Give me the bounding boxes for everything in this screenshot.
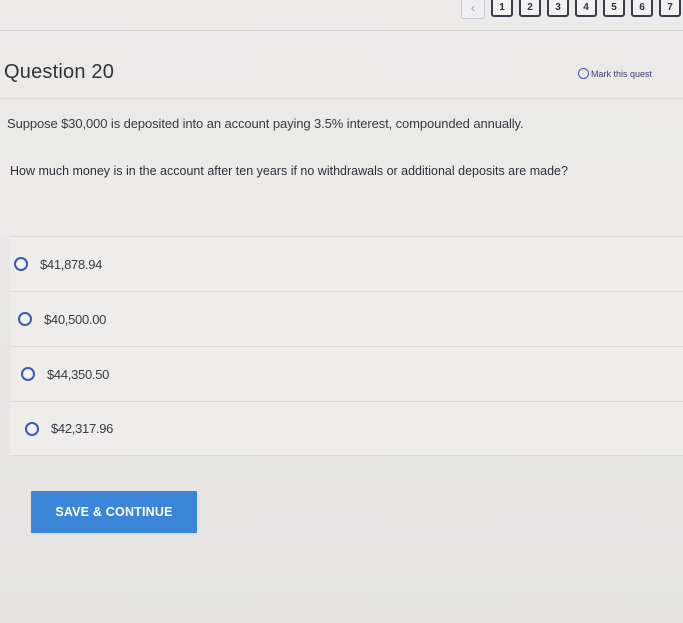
page-button-4[interactable]: 4 <box>575 0 597 17</box>
mark-question-toggle[interactable]: Mark this quest <box>578 68 652 79</box>
top-divider <box>0 30 683 31</box>
answer-option[interactable]: $42,317.96 <box>10 401 683 456</box>
page-button-3[interactable]: 3 <box>547 0 569 17</box>
page-button-7[interactable]: 7 <box>659 0 681 17</box>
radio-button-icon[interactable] <box>14 257 28 271</box>
mark-question-label[interactable]: Mark this quest <box>591 69 652 79</box>
question-title: Question 20 <box>4 61 115 83</box>
radio-button-icon[interactable] <box>25 421 39 436</box>
question-prompt: Suppose $30,000 is deposited into an acc… <box>7 116 524 131</box>
question-stem: How much money is in the account after t… <box>10 164 568 178</box>
answer-option[interactable]: $41,878.94 <box>10 236 683 291</box>
page-button-1[interactable]: 1 <box>491 0 513 17</box>
header-divider <box>0 98 683 99</box>
answer-option-label[interactable]: $42,317.96 <box>51 421 113 436</box>
save-and-continue-button[interactable]: SAVE & CONTINUE <box>31 491 197 533</box>
question-pagination: ‹ 1 2 3 4 5 6 7 <box>461 0 683 28</box>
chevron-left-icon[interactable]: ‹ <box>461 0 485 19</box>
page-button-2[interactable]: 2 <box>519 0 541 17</box>
answer-option[interactable]: $40,500.00 <box>10 291 683 346</box>
quiz-page: ‹ 1 2 3 4 5 6 7 Question 20 Mark this qu… <box>0 0 683 623</box>
answer-option-label[interactable]: $41,878.94 <box>40 257 102 272</box>
radio-button-icon[interactable] <box>18 312 32 326</box>
answer-option[interactable]: $44,350.50 <box>10 346 683 401</box>
answer-options: $41,878.94 $40,500.00 $44,350.50 $42,317… <box>10 236 683 456</box>
answer-option-label[interactable]: $44,350.50 <box>47 367 109 382</box>
page-button-6[interactable]: 6 <box>631 0 653 17</box>
mark-circle-icon[interactable] <box>578 68 589 79</box>
page-button-5[interactable]: 5 <box>603 0 625 17</box>
answer-option-label[interactable]: $40,500.00 <box>44 312 106 327</box>
radio-button-icon[interactable] <box>21 367 35 381</box>
